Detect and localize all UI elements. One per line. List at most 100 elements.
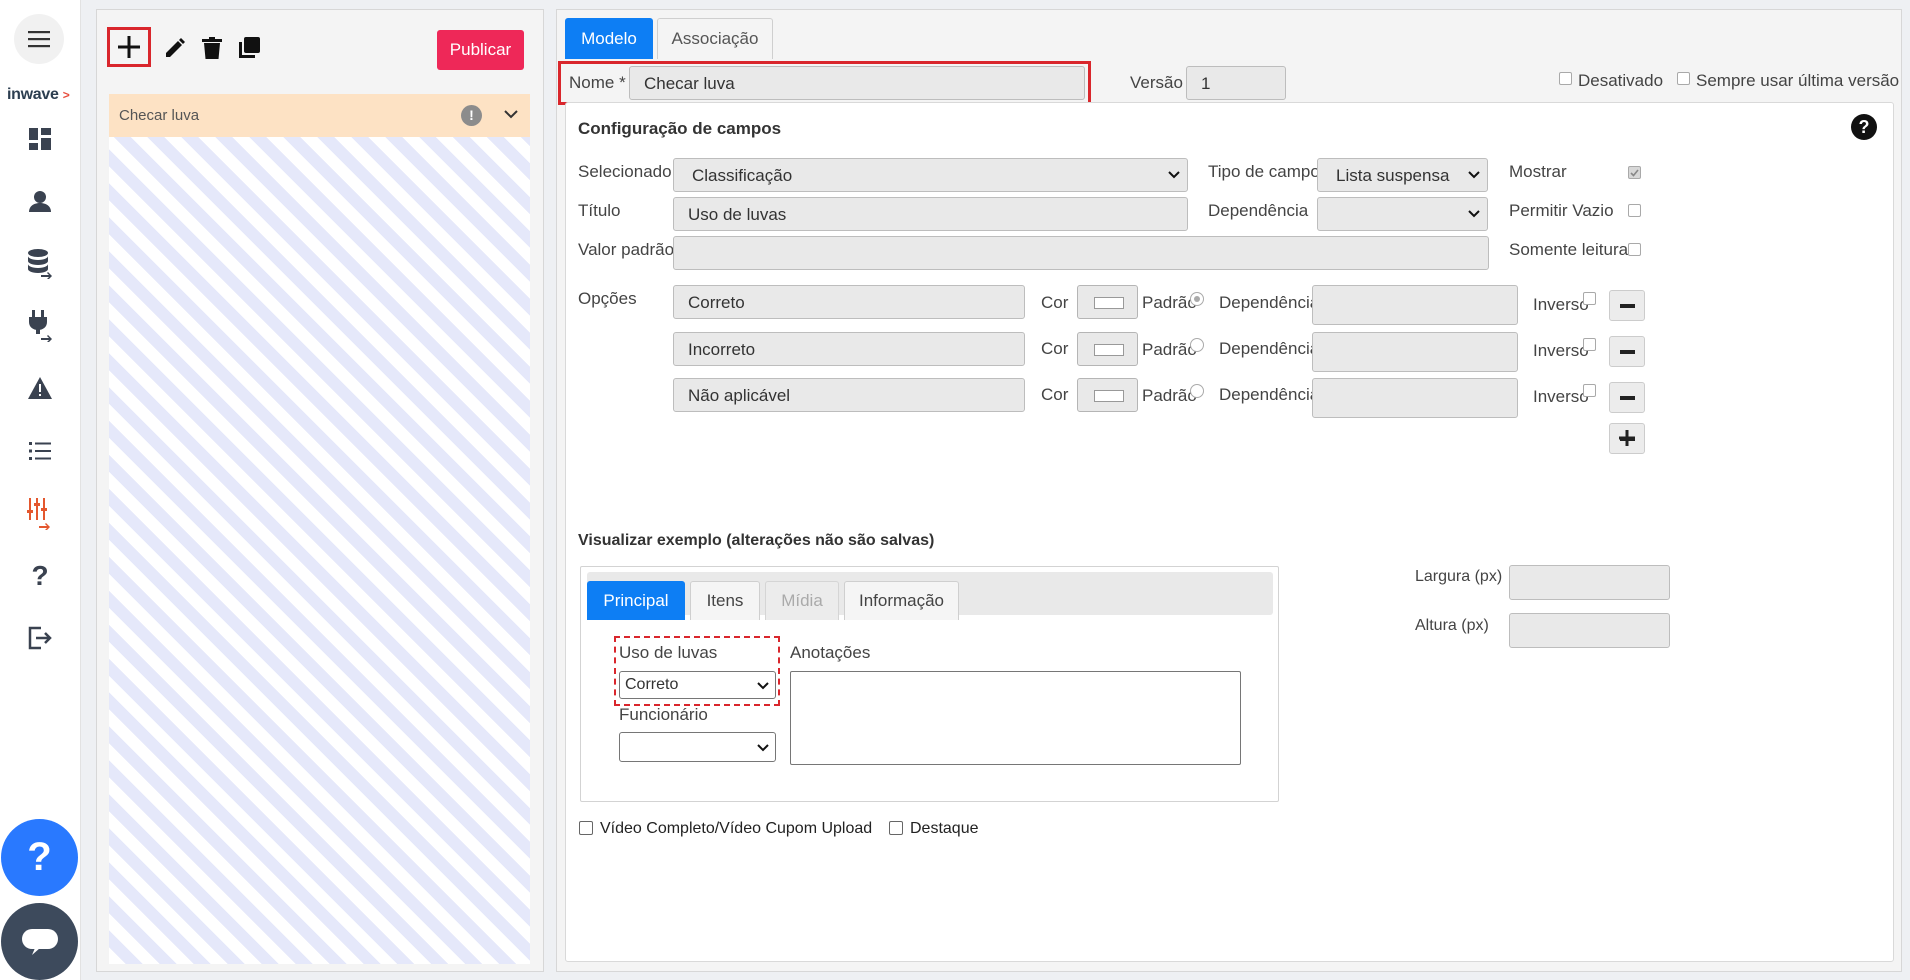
dependency-label: Dependência <box>1208 201 1309 220</box>
chevron-down-icon <box>757 744 769 752</box>
default-option-radio[interactable] <box>1190 338 1204 352</box>
tab-informacao[interactable]: Informação <box>844 581 959 620</box>
help-icon[interactable]: ? <box>22 558 58 594</box>
delete-button[interactable] <box>192 28 232 68</box>
allow-empty-label: Permitir Vazio <box>1509 201 1614 220</box>
latest-version-label: Sempre usar última versão <box>1696 71 1900 90</box>
dependency-select[interactable] <box>1317 197 1488 231</box>
option-value-input[interactable]: Não aplicável <box>673 378 1025 412</box>
version-label: Versão <box>1130 73 1183 92</box>
default-option-radio[interactable] <box>1190 384 1204 398</box>
default-value-input[interactable] <box>673 236 1489 270</box>
warning-icon[interactable] <box>22 370 58 406</box>
tab-itens[interactable]: Itens <box>690 581 760 620</box>
remove-option-button[interactable] <box>1609 382 1645 413</box>
question-circle-icon[interactable]: ? <box>1850 113 1878 141</box>
logout-icon[interactable] <box>22 620 58 656</box>
dashboard-icon[interactable] <box>22 121 58 157</box>
field-type-label: Tipo de campo <box>1208 162 1320 181</box>
config-title: Configuração de campos <box>578 119 782 138</box>
sliders-icon[interactable] <box>22 496 58 532</box>
width-label: Largura (px) <box>1415 568 1503 585</box>
tree-item[interactable]: Checar luva ! <box>109 94 530 137</box>
name-input[interactable]: Checar luva <box>629 66 1085 100</box>
tree-empty-area <box>109 137 530 964</box>
user-icon[interactable] <box>22 184 58 220</box>
option-dependency-input[interactable] <box>1312 285 1518 325</box>
editor-panel: Modelo Associação Nome * Checar luva Ver… <box>556 9 1902 972</box>
color-picker[interactable] <box>1077 285 1138 319</box>
height-label: Altura (px) <box>1415 617 1489 634</box>
readonly-checkbox[interactable] <box>1628 243 1641 256</box>
color-label: Cor <box>1041 339 1069 358</box>
inverse-checkbox[interactable] <box>1583 384 1596 397</box>
chevron-down-icon <box>1468 210 1480 218</box>
notes-textarea[interactable] <box>790 671 1241 765</box>
option-dependency-label: Dependência <box>1219 293 1320 312</box>
plug-icon[interactable] <box>22 308 58 344</box>
tab-midia: Mídia <box>765 581 839 620</box>
show-checkbox <box>1628 166 1641 179</box>
copy-button[interactable] <box>229 28 269 68</box>
chevron-down-icon[interactable] <box>503 104 519 124</box>
selected-select[interactable]: Classificação <box>673 158 1188 192</box>
plus-icon <box>118 36 140 58</box>
inverse-checkbox[interactable] <box>1583 292 1596 305</box>
width-input[interactable] <box>1509 565 1670 600</box>
remove-option-button[interactable] <box>1609 336 1645 367</box>
chevron-down-icon <box>1168 171 1180 179</box>
default-option-radio[interactable] <box>1190 292 1204 306</box>
title-input[interactable]: Uso de luvas <box>673 197 1188 231</box>
title-label: Título <box>578 201 621 220</box>
highlight-checkbox[interactable] <box>889 821 903 835</box>
latest-version-checkbox[interactable] <box>1677 72 1690 85</box>
tree-item-label: Checar luva <box>119 107 200 124</box>
database-import-icon[interactable] <box>22 246 58 282</box>
tab-associacao[interactable]: Associação <box>657 18 773 59</box>
name-label: Nome * <box>569 73 626 92</box>
allow-empty-checkbox[interactable] <box>1628 204 1641 217</box>
option-dependency-input[interactable] <box>1312 332 1518 372</box>
logo: inwave > <box>7 86 70 103</box>
list-icon[interactable] <box>22 433 58 469</box>
pencil-icon <box>166 38 185 57</box>
chevron-down-icon <box>1468 171 1480 179</box>
inverse-checkbox[interactable] <box>1583 338 1596 351</box>
preview-field-select[interactable]: Correto <box>619 671 776 699</box>
height-input[interactable] <box>1509 613 1670 648</box>
video-label: Vídeo Completo/Vídeo Cupom Upload <box>600 820 873 837</box>
tab-modelo[interactable]: Modelo <box>565 18 653 59</box>
help-button[interactable]: ? <box>1 819 78 896</box>
disabled-checkbox[interactable] <box>1559 72 1572 85</box>
disabled-label: Desativado <box>1578 71 1664 90</box>
video-checkbox[interactable] <box>579 821 593 835</box>
preview-card: Principal Itens Mídia Informação Uso de … <box>580 566 1279 802</box>
employee-label: Funcionário <box>619 705 708 724</box>
preview-field-label: Uso de luvas <box>619 643 718 662</box>
chat-button[interactable] <box>1 903 78 980</box>
highlight-label: Destaque <box>910 820 979 837</box>
employee-select[interactable] <box>619 732 776 762</box>
color-label: Cor <box>1041 293 1069 312</box>
field-type-select[interactable]: Lista suspensa <box>1317 158 1488 192</box>
option-dependency-input[interactable] <box>1312 378 1518 418</box>
default-option-label: Padrão <box>1142 293 1197 312</box>
add-button[interactable] <box>107 27 151 67</box>
version-input[interactable]: 1 <box>1186 66 1286 100</box>
default-option-label: Padrão <box>1142 386 1197 405</box>
inverse-label: Inverso <box>1533 341 1589 360</box>
menu-icon[interactable] <box>14 14 64 64</box>
remove-option-button[interactable] <box>1609 290 1645 321</box>
tab-principal[interactable]: Principal <box>587 581 685 620</box>
option-value-input[interactable]: Correto <box>673 285 1025 319</box>
default-value-label: Valor padrão <box>578 240 675 259</box>
color-picker[interactable] <box>1077 378 1138 412</box>
color-picker[interactable] <box>1077 332 1138 366</box>
option-value-input[interactable]: Incorreto <box>673 332 1025 366</box>
publish-button[interactable]: Publicar <box>437 30 524 70</box>
preview-title: Visualizar exemplo (alterações não são s… <box>578 532 935 549</box>
chevron-down-icon <box>757 682 769 690</box>
warning-badge-icon: ! <box>461 105 482 126</box>
edit-button[interactable] <box>155 28 195 68</box>
inverse-label: Inverso <box>1533 295 1589 314</box>
